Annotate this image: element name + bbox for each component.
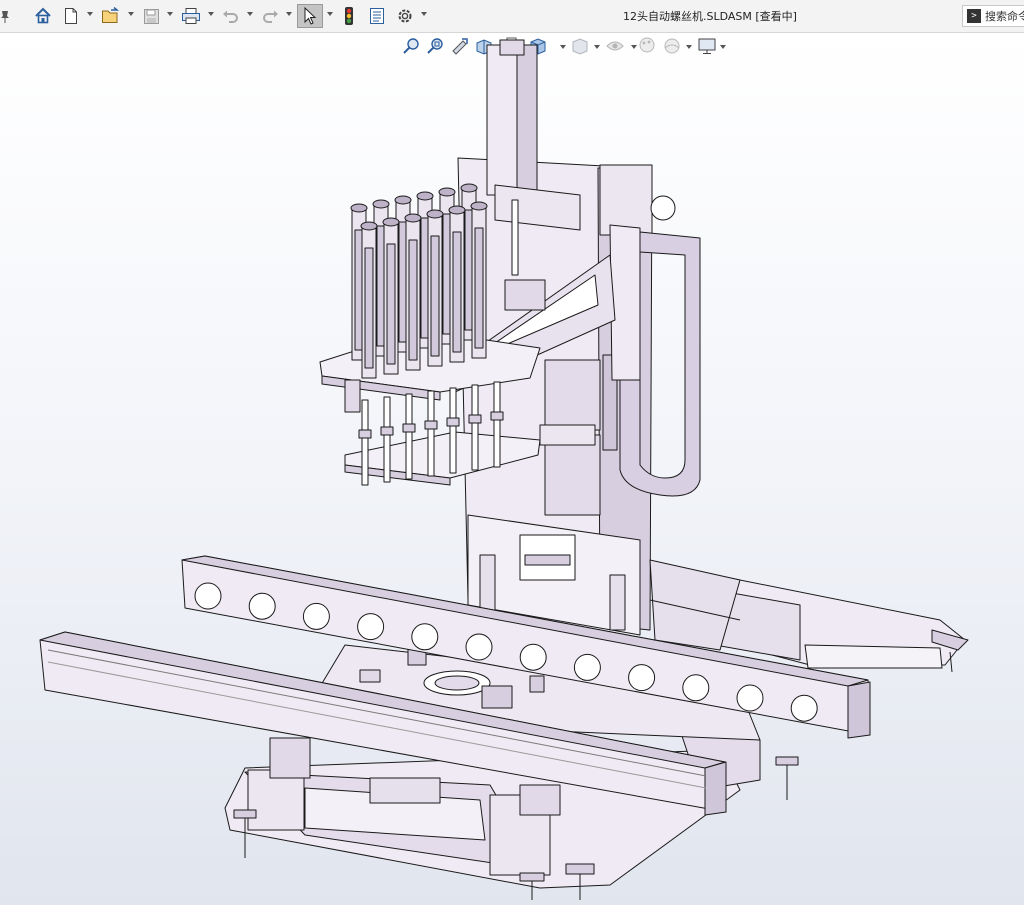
screwdriver-cap	[448, 205, 466, 215]
roller	[302, 602, 330, 630]
options-dropdown-chevron-icon[interactable]	[421, 12, 427, 16]
print-icon[interactable]	[180, 5, 202, 27]
search-commands-label: 搜索命令	[985, 10, 1024, 23]
nozzle-collar	[402, 423, 416, 433]
screwdriver-cap	[404, 213, 422, 223]
roller	[790, 694, 818, 722]
nozzle-collar	[490, 411, 504, 421]
save-dropdown-chevron-icon[interactable]	[167, 12, 173, 16]
new-document-icon[interactable]	[62, 5, 80, 27]
screwdriver-cap	[426, 209, 444, 219]
roller	[194, 582, 222, 610]
nozzle-collar	[446, 417, 460, 427]
redo-dropdown-chevron-icon[interactable]	[286, 12, 292, 16]
open-dropdown-chevron-icon[interactable]	[128, 12, 134, 16]
title-bar: 12头自动螺丝机.SLDASM [查看中] > 搜索命令	[0, 0, 1024, 33]
roller	[411, 623, 439, 651]
screwdriver-cap	[382, 217, 400, 227]
nozzle	[405, 393, 413, 480]
screwdriver-motor	[364, 247, 374, 369]
roller	[519, 643, 547, 671]
print-dropdown-chevron-icon[interactable]	[208, 12, 214, 16]
roller	[736, 684, 764, 712]
screwdriver-motor	[452, 231, 462, 353]
screw-machine-assembly-model[interactable]	[0, 33, 1024, 905]
nozzle-collar	[468, 414, 482, 424]
screwdriver-cap	[416, 191, 434, 201]
screwdriver-cap	[438, 187, 456, 197]
screwdriver-cap	[470, 201, 488, 211]
nozzle	[427, 390, 435, 477]
cable-chain	[609, 224, 701, 497]
roller	[573, 653, 601, 681]
screwdriver-cap	[372, 199, 390, 209]
nozzle-collar	[424, 420, 438, 430]
select-dropdown-chevron-icon[interactable]	[327, 12, 333, 16]
nozzle	[383, 396, 391, 483]
screwdriver-motor	[408, 239, 418, 361]
open-file-icon[interactable]	[100, 5, 122, 27]
roller	[465, 633, 493, 661]
file-properties-icon[interactable]	[367, 5, 387, 27]
options-gear-icon[interactable]	[395, 5, 415, 27]
pin-icon[interactable]	[0, 5, 10, 27]
roller	[682, 674, 710, 702]
redo-icon[interactable]	[260, 5, 280, 27]
roller	[248, 592, 276, 620]
nozzle	[361, 399, 369, 486]
search-commands-box[interactable]: > 搜索命令	[962, 5, 1024, 27]
roller	[357, 613, 385, 641]
screwdriver-cap	[350, 203, 368, 213]
nozzle-collar	[358, 429, 372, 439]
command-prompt-icon: >	[967, 9, 981, 23]
save-icon[interactable]	[141, 5, 161, 27]
undo-dropdown-chevron-icon[interactable]	[247, 12, 253, 16]
screwdriver-cap	[460, 183, 478, 193]
nozzle-collar	[380, 426, 394, 436]
screwdriver-cap	[360, 221, 378, 231]
rebuild-traffic-light-icon[interactable]	[340, 5, 358, 27]
nozzle	[493, 381, 501, 468]
select-pointer-icon[interactable]	[297, 4, 323, 28]
screwdriver-cap	[394, 195, 412, 205]
nozzle	[449, 387, 457, 474]
graphics-area[interactable]	[0, 33, 1024, 905]
screwdriver-motor	[386, 243, 396, 365]
roller	[628, 664, 656, 692]
undo-icon[interactable]	[221, 5, 241, 27]
home-icon[interactable]	[33, 5, 53, 27]
nozzle	[471, 384, 479, 471]
window-title: 12头自动螺丝机.SLDASM [查看中]	[623, 10, 797, 23]
screwdriver-motor	[430, 235, 440, 357]
screwdriver-motor	[474, 227, 484, 349]
new-dropdown-chevron-icon[interactable]	[87, 12, 93, 16]
